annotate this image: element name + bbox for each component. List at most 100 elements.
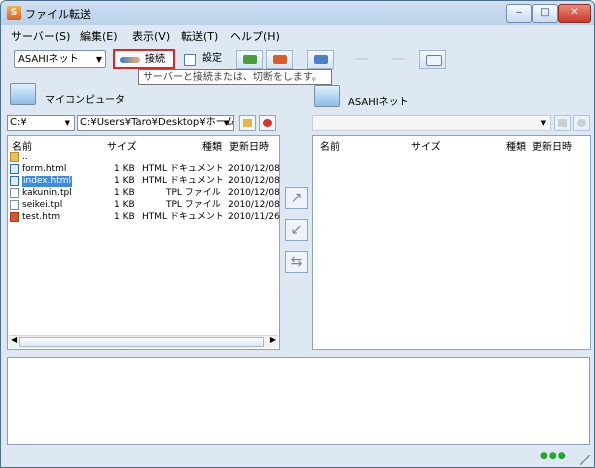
settings-icon xyxy=(184,54,196,66)
path-value: C:¥Users¥Taro¥Desktop¥ホーム xyxy=(80,117,234,128)
open-folder-button[interactable] xyxy=(239,115,256,131)
remote-pane: ASAHIネット ▼ 名前 サイズ 種類 更新日時 xyxy=(312,79,591,351)
remote-path-row: ▼ xyxy=(312,115,591,133)
server-select-value: ASAHIネット xyxy=(18,54,79,65)
remote-col-name[interactable]: 名前 xyxy=(320,138,340,153)
list-item[interactable]: index.html 1 KB HTML ドキュメント 2010/12/08 xyxy=(8,176,280,187)
scroll-thumb[interactable] xyxy=(19,337,264,347)
file-type: HTML ドキュメント xyxy=(142,164,224,174)
connect-plug-icon xyxy=(120,57,140,63)
chevron-down-icon: ▼ xyxy=(223,119,229,127)
connection-status-indicator: ●●● xyxy=(540,451,567,461)
minimize-button[interactable]: ‒ xyxy=(506,4,532,23)
local-pane-header: マイコンピュータ xyxy=(7,79,280,113)
local-pane-title: マイコンピュータ xyxy=(45,95,125,106)
file-name: index.html xyxy=(22,176,72,187)
html-file-icon xyxy=(10,164,19,174)
refresh-icon xyxy=(577,119,586,127)
local-file-list[interactable]: 名前 サイズ 種類 更新日時 .. form.html 1 KB HTML ドキ… xyxy=(7,135,280,350)
view-mode-button-2[interactable] xyxy=(266,50,293,69)
file-size: 1 KB xyxy=(114,176,135,186)
remote-path-select[interactable]: ▼ xyxy=(312,115,551,131)
list-item[interactable]: test.htm 1 KB HTML ドキュメント 2010/11/26 xyxy=(8,212,280,223)
file-type: HTML ドキュメント xyxy=(142,212,224,222)
local-col-size[interactable]: サイズ xyxy=(107,138,137,153)
remote-pane-title: ASAHIネット xyxy=(348,97,409,108)
path-select[interactable]: C:¥Users¥Taro¥Desktop¥ホーム ▼ xyxy=(77,115,234,131)
file-type: TPL ファイル xyxy=(166,188,221,198)
file-icon xyxy=(10,200,19,210)
menu-view[interactable]: 表示(V) xyxy=(132,28,170,44)
status-bar: ●●● xyxy=(1,447,594,467)
menu-help[interactable]: ヘルプ(H) xyxy=(230,28,280,44)
refresh-button[interactable] xyxy=(259,115,276,131)
remote-folder-button[interactable] xyxy=(554,115,571,131)
html-file-icon xyxy=(10,176,19,186)
file-name: form.html xyxy=(22,164,67,174)
list-item[interactable]: .. xyxy=(8,152,279,163)
server-select[interactable]: ASAHIネット ▼ xyxy=(14,50,106,68)
file-type: TPL ファイル xyxy=(166,200,221,210)
folder-icon xyxy=(243,119,252,127)
menu-edit[interactable]: 編集(E) xyxy=(80,28,118,44)
list-item[interactable]: kakunin.tpl 1 KB TPL ファイル 2010/12/08 xyxy=(8,188,280,199)
file-size: 1 KB xyxy=(114,164,135,174)
queue-button[interactable] xyxy=(419,50,446,69)
file-size: 1 KB xyxy=(114,212,135,222)
folder-icon xyxy=(558,119,567,127)
download-arrow-icon: ↙ xyxy=(290,222,303,238)
log-area[interactable] xyxy=(7,357,590,445)
details-view-button[interactable] xyxy=(385,50,412,69)
scroll-left-icon[interactable]: ◀ xyxy=(11,335,17,344)
sync-button[interactable]: ⇆ xyxy=(285,251,308,273)
queue-icon xyxy=(426,55,442,66)
remote-col-date[interactable]: 更新日時 xyxy=(532,138,572,153)
resize-grip-icon[interactable] xyxy=(580,455,590,465)
connect-button[interactable]: 接続 xyxy=(113,49,175,69)
split-view-icon xyxy=(273,55,287,64)
remote-col-size[interactable]: サイズ xyxy=(411,138,441,153)
remote-col-type[interactable]: 種類 xyxy=(506,138,526,153)
list-item[interactable]: seikei.tpl 1 KB TPL ファイル 2010/12/08 xyxy=(8,200,280,211)
upload-button[interactable]: ↗ xyxy=(285,187,308,209)
scroll-right-icon[interactable]: ▶ xyxy=(270,335,276,344)
title-bar: S ファイル転送 ‒ □ ✕ xyxy=(1,1,594,25)
transfer-controls: ↗ ↙ ⇆ xyxy=(283,187,310,287)
close-button[interactable]: ✕ xyxy=(558,4,591,23)
view-mode-button-1[interactable] xyxy=(236,50,263,69)
settings-button[interactable]: 設定 xyxy=(182,49,230,69)
remote-refresh-button[interactable] xyxy=(573,115,590,131)
local-col-date[interactable]: 更新日時 xyxy=(229,138,269,153)
maximize-button[interactable]: □ xyxy=(532,4,558,23)
menu-bar: サーバー(S) 編集(E) 表示(V) 転送(T) ヘルプ(H) xyxy=(5,26,590,44)
view-mode-button-3[interactable] xyxy=(307,50,334,69)
chevron-down-icon: ▼ xyxy=(95,55,102,64)
list-view-button[interactable] xyxy=(349,50,376,69)
upload-arrow-icon: ↗ xyxy=(290,190,303,206)
file-size: 1 KB xyxy=(114,188,135,198)
drive-select[interactable]: C:¥ ▼ xyxy=(7,115,75,131)
horizontal-scrollbar[interactable]: ◀ ▶ xyxy=(9,335,278,348)
grid-view-icon xyxy=(243,55,257,64)
local-col-name[interactable]: 名前 xyxy=(12,138,32,153)
menu-transfer[interactable]: 転送(T) xyxy=(181,28,218,44)
list-view-icon xyxy=(355,58,369,60)
file-date: 2010/12/08 xyxy=(228,164,280,174)
download-button[interactable]: ↙ xyxy=(285,219,308,241)
file-date: 2010/12/08 xyxy=(228,176,280,186)
local-pane: マイコンピュータ C:¥ ▼ C:¥Users¥Taro¥Desktop¥ホーム… xyxy=(7,79,280,351)
file-name: kakunin.tpl xyxy=(22,188,72,198)
list-item[interactable]: form.html 1 KB HTML ドキュメント 2010/12/08 xyxy=(8,164,280,175)
file-date: 2010/12/08 xyxy=(228,188,280,198)
htm-file-icon xyxy=(10,212,19,222)
file-size: 1 KB xyxy=(114,200,135,210)
file-name: test.htm xyxy=(22,212,61,222)
remote-file-list[interactable]: 名前 サイズ 種類 更新日時 xyxy=(312,135,591,350)
chevron-down-icon: ▼ xyxy=(540,119,546,127)
file-transfer-window: S ファイル転送 ‒ □ ✕ サーバー(S) 編集(E) 表示(V) 転送(T)… xyxy=(0,0,595,468)
remote-pane-header: ASAHIネット xyxy=(312,79,591,113)
window-title: ファイル転送 xyxy=(25,8,91,21)
local-col-type[interactable]: 種類 xyxy=(202,138,222,153)
details-view-icon xyxy=(391,58,405,60)
menu-server[interactable]: サーバー(S) xyxy=(11,28,70,44)
